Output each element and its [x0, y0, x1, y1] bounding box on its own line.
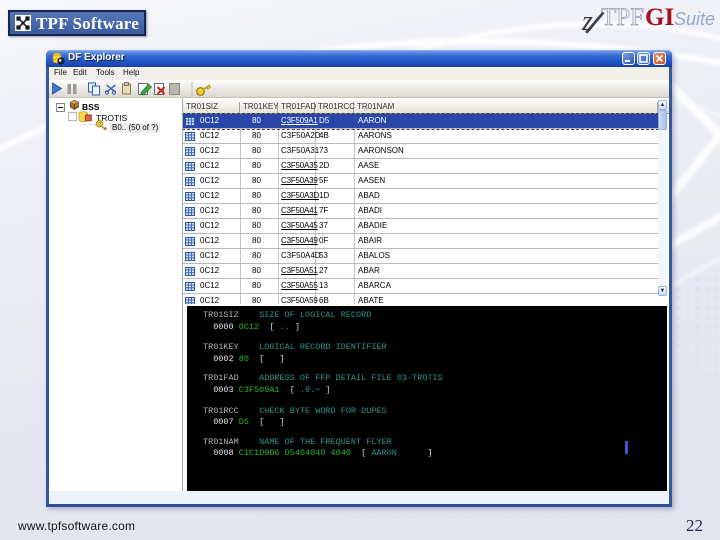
svg-text:GI: GI	[645, 4, 674, 31]
svg-text:TPF: TPF	[601, 4, 644, 31]
svg-text:Suite: Suite	[674, 9, 715, 29]
